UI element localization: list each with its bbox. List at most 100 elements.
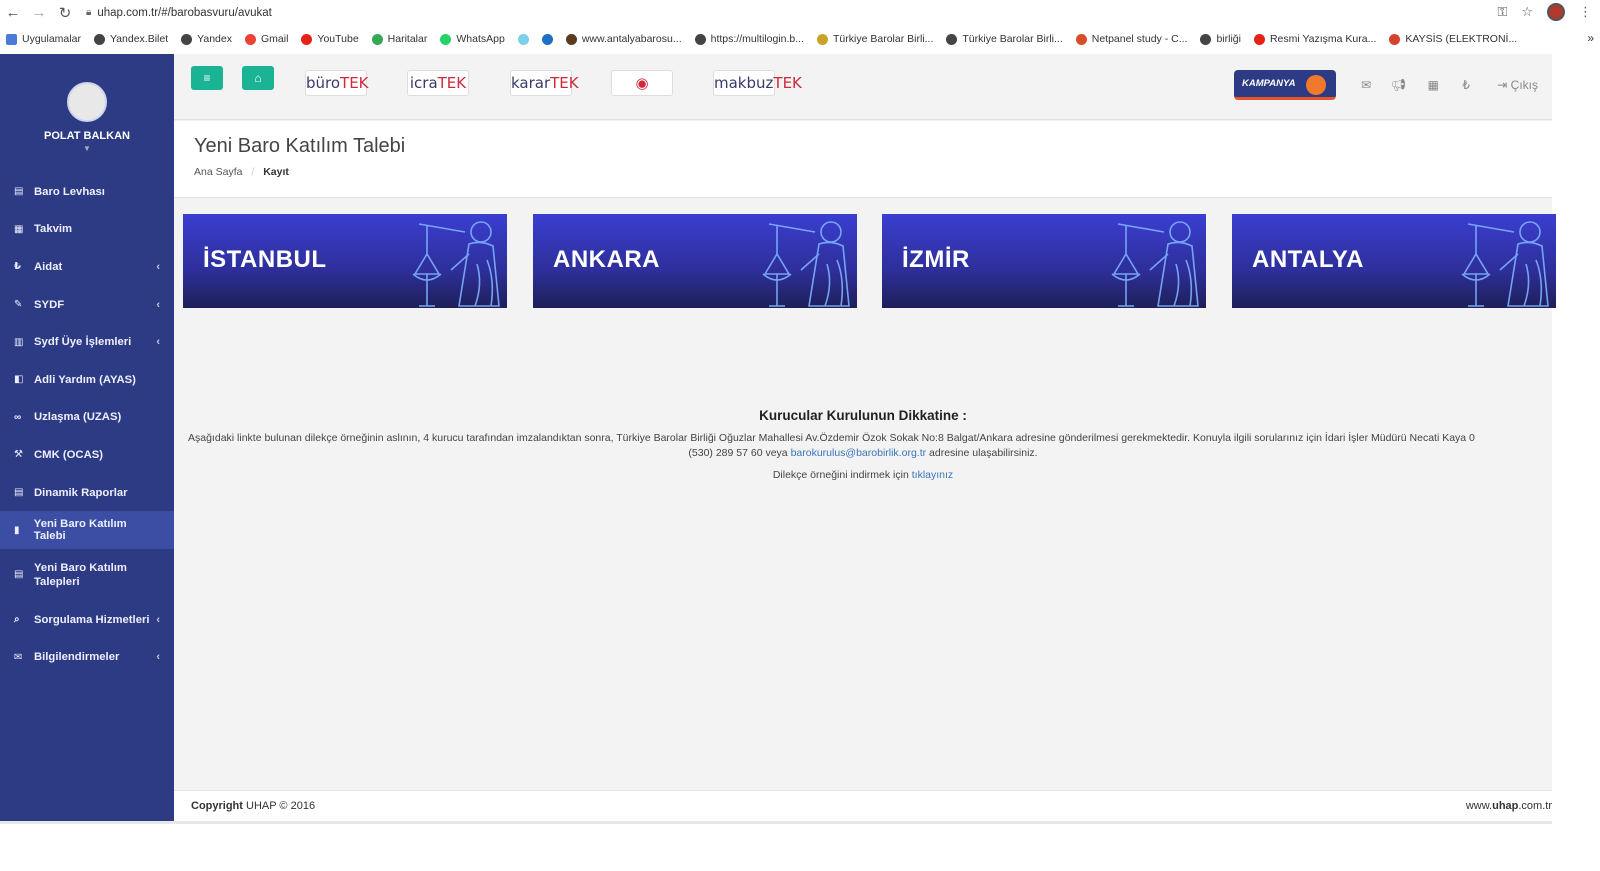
product-logo-button[interactable]: büroTEK [305, 70, 369, 96]
profile-avatar[interactable] [1547, 3, 1565, 21]
bookmark-label: YouTube [317, 33, 359, 45]
product-logo-part-a: icra [409, 74, 438, 92]
bookmark-item[interactable]: https://multilogin.b... [694, 33, 805, 45]
breadcrumb-home[interactable]: Ana Sayfa [194, 166, 242, 178]
product-logo-button[interactable]: makbuzTEK [713, 70, 802, 96]
notice-phone: (530) 289 57 60 veya [688, 447, 788, 459]
chevron-left-icon: ‹ [156, 260, 160, 273]
menu-dots-icon[interactable]: ⋮ [1579, 4, 1592, 20]
download-link[interactable]: tıklayınız [912, 469, 953, 481]
browser-address-bar: ← → ↻ 🔒︎ uhap.com.tr/#/barobasvuru/avuka… [0, 0, 1600, 25]
sidebar-item[interactable]: ▮ Yeni Baro Katılım Talebi [0, 511, 174, 549]
announcement-icon[interactable]: 📢︎ [1391, 78, 1406, 92]
back-icon[interactable]: ← [0, 4, 26, 21]
kampanya-button[interactable]: KAMPANYA [1234, 70, 1336, 100]
star-icon[interactable]: ☆ [1521, 4, 1533, 20]
forward-icon[interactable]: → [26, 4, 52, 21]
sidebar-item[interactable]: ₺ Aidat ‹ [0, 248, 174, 286]
url-text: uhap.com.tr/#/barobasvuru/avukat [97, 6, 272, 19]
city-card[interactable]: İSTANBUL [183, 214, 507, 308]
product-logo-button[interactable]: ◉ [611, 70, 673, 96]
sidebar-item[interactable]: ⚒ CMK (OCAS) [0, 436, 174, 474]
bookmark-item[interactable]: KAYSİS (ELEKTRONİ... [1389, 33, 1517, 45]
reload-icon[interactable]: ↻ [52, 4, 78, 22]
product-logo-part-b: TEK [437, 74, 467, 92]
sidebar-item-label: Bilgilendirmeler [34, 651, 120, 664]
sidebar-item[interactable]: ▤ Dinamik Raporlar [0, 474, 174, 512]
chevron-left-icon: ‹ [156, 298, 160, 311]
email-link[interactable]: barokurulus@barobirlik.org.tr [791, 447, 927, 459]
bookmark-label: KAYSİS (ELEKTRONİ... [1405, 33, 1518, 45]
sidebar-item[interactable]: ✉ Bilgilendirmeler ‹ [0, 639, 174, 677]
bookmark-item[interactable]: Yandex [181, 33, 232, 45]
city-cards: İSTANBUL ANKARA İZMİR ANTALYA [183, 214, 1556, 310]
bookmark-icon [1253, 33, 1265, 45]
home-button[interactable]: ⌂ [242, 66, 274, 90]
sidebar-item[interactable]: ⌕ Sorgulama Hizmetleri ‹ [0, 601, 174, 639]
key-icon[interactable]: ⚿ [1497, 4, 1507, 20]
bookmark-label: Uygulamalar [22, 33, 81, 45]
city-card[interactable]: ANTALYA [1232, 214, 1556, 308]
notice-title: Kurucular Kurulunun Dikkatine : [759, 408, 967, 423]
sidebar-item-icon: ▦ [14, 223, 24, 235]
bookmark-item[interactable]: YouTube [301, 33, 359, 45]
breadcrumb: Ana Sayfa / Kayıt [194, 166, 289, 178]
copyright: Copyright UHAP © 2016 [191, 800, 315, 812]
city-card[interactable]: ANKARA [533, 214, 857, 308]
bookmark-item[interactable]: birliği [1200, 33, 1241, 45]
sidebar-item[interactable]: ▤ Yeni Baro Katılım Talepleri [0, 549, 174, 601]
url-field[interactable]: 🔒︎ uhap.com.tr/#/barobasvuru/avukat [86, 7, 272, 19]
sidebar-item-label: CMK (OCAS) [34, 448, 104, 461]
product-logo-part-a: büro [306, 74, 341, 92]
bookmark-icon [6, 33, 17, 45]
logout-button[interactable]: ⇥ Çıkış [1497, 78, 1538, 92]
sidebar-item[interactable]: ◧ Adli Yardım (AYAS) [0, 361, 174, 399]
chevron-left-icon: ‹ [156, 336, 160, 349]
bookmark-label: Yandex [197, 33, 232, 45]
calendar-icon[interactable]: ▦ [1428, 78, 1439, 92]
bookmark-item[interactable]: Gmail [244, 33, 288, 45]
sidebar-item[interactable]: ▦ Takvim [0, 211, 174, 249]
bookmark-item[interactable]: Resmi Yazışma Kura... [1253, 33, 1376, 45]
bookmark-item[interactable]: Türkiye Barolar Birli... [817, 33, 933, 45]
bookmark-item[interactable]: Türkiye Barolar Birli... [946, 33, 1063, 45]
sidebar-item[interactable]: ✎ SYDF ‹ [0, 286, 174, 324]
copyright-bold: Copyright [191, 800, 243, 812]
bookmark-item[interactable]: Yandex.Bilet [93, 33, 168, 45]
sidebar-item-icon: ▥ [14, 336, 24, 348]
menu-toggle-button[interactable]: ≡ [191, 66, 223, 90]
city-card[interactable]: İZMİR [882, 214, 1206, 308]
mail-icon[interactable]: ✉ [1361, 78, 1371, 92]
divider [0, 821, 1552, 824]
bookmark-item[interactable]: Netpanel study - C... [1075, 33, 1187, 45]
bookmark-item[interactable] [517, 33, 529, 45]
user-avatar[interactable] [67, 82, 107, 122]
bottom-strip [0, 821, 1600, 871]
sidebar-item[interactable]: ▤ Baro Levhası [0, 173, 174, 211]
sidebar-item-label: Aidat [34, 260, 63, 273]
bookmark-item[interactable]: Uygulamalar [6, 33, 81, 45]
logout-label: Çıkış [1510, 78, 1538, 92]
sidebar-item[interactable]: ▥ Sydf Üye İşlemleri ‹ [0, 323, 174, 361]
footer: Copyright UHAP © 2016 www.uhap.com.tr [174, 790, 1552, 821]
sidebar-item[interactable]: ∞ Uzlaşma (UZAS) [0, 399, 174, 437]
bookmark-item[interactable]: www.antalyabarosu... [565, 33, 682, 45]
bookmark-icon [946, 33, 958, 45]
bookmark-label: https://multilogin.b... [710, 33, 805, 45]
lira-icon[interactable]: ₺ [1462, 78, 1470, 92]
more-bookmarks-icon[interactable]: » [1587, 31, 1594, 45]
product-logo-button[interactable]: icraTEK [407, 70, 469, 96]
user-dropdown-icon[interactable]: ▼ [0, 144, 174, 153]
product-logo-button[interactable]: kararTEK [510, 70, 579, 96]
product-logo-part-b: TEK [340, 74, 369, 92]
notice-body: Aşağıdaki linkte bulunan dilekçe örneğin… [188, 432, 1475, 444]
bookmark-item[interactable] [541, 33, 553, 45]
bookmark-item[interactable]: WhatsApp [440, 33, 505, 45]
product-logo-part-b: ◉ [635, 74, 649, 92]
sidebar-item-icon: ⚒ [14, 449, 23, 461]
lock-icon: 🔒︎ [86, 7, 92, 18]
city-name: İZMİR [902, 246, 970, 273]
notice-section: Kurucular Kurulunun Dikkatine : Aşağıdak… [174, 408, 1552, 481]
bookmark-item[interactable]: Haritalar [371, 33, 427, 45]
user-name[interactable]: POLAT BALKAN [0, 130, 174, 142]
